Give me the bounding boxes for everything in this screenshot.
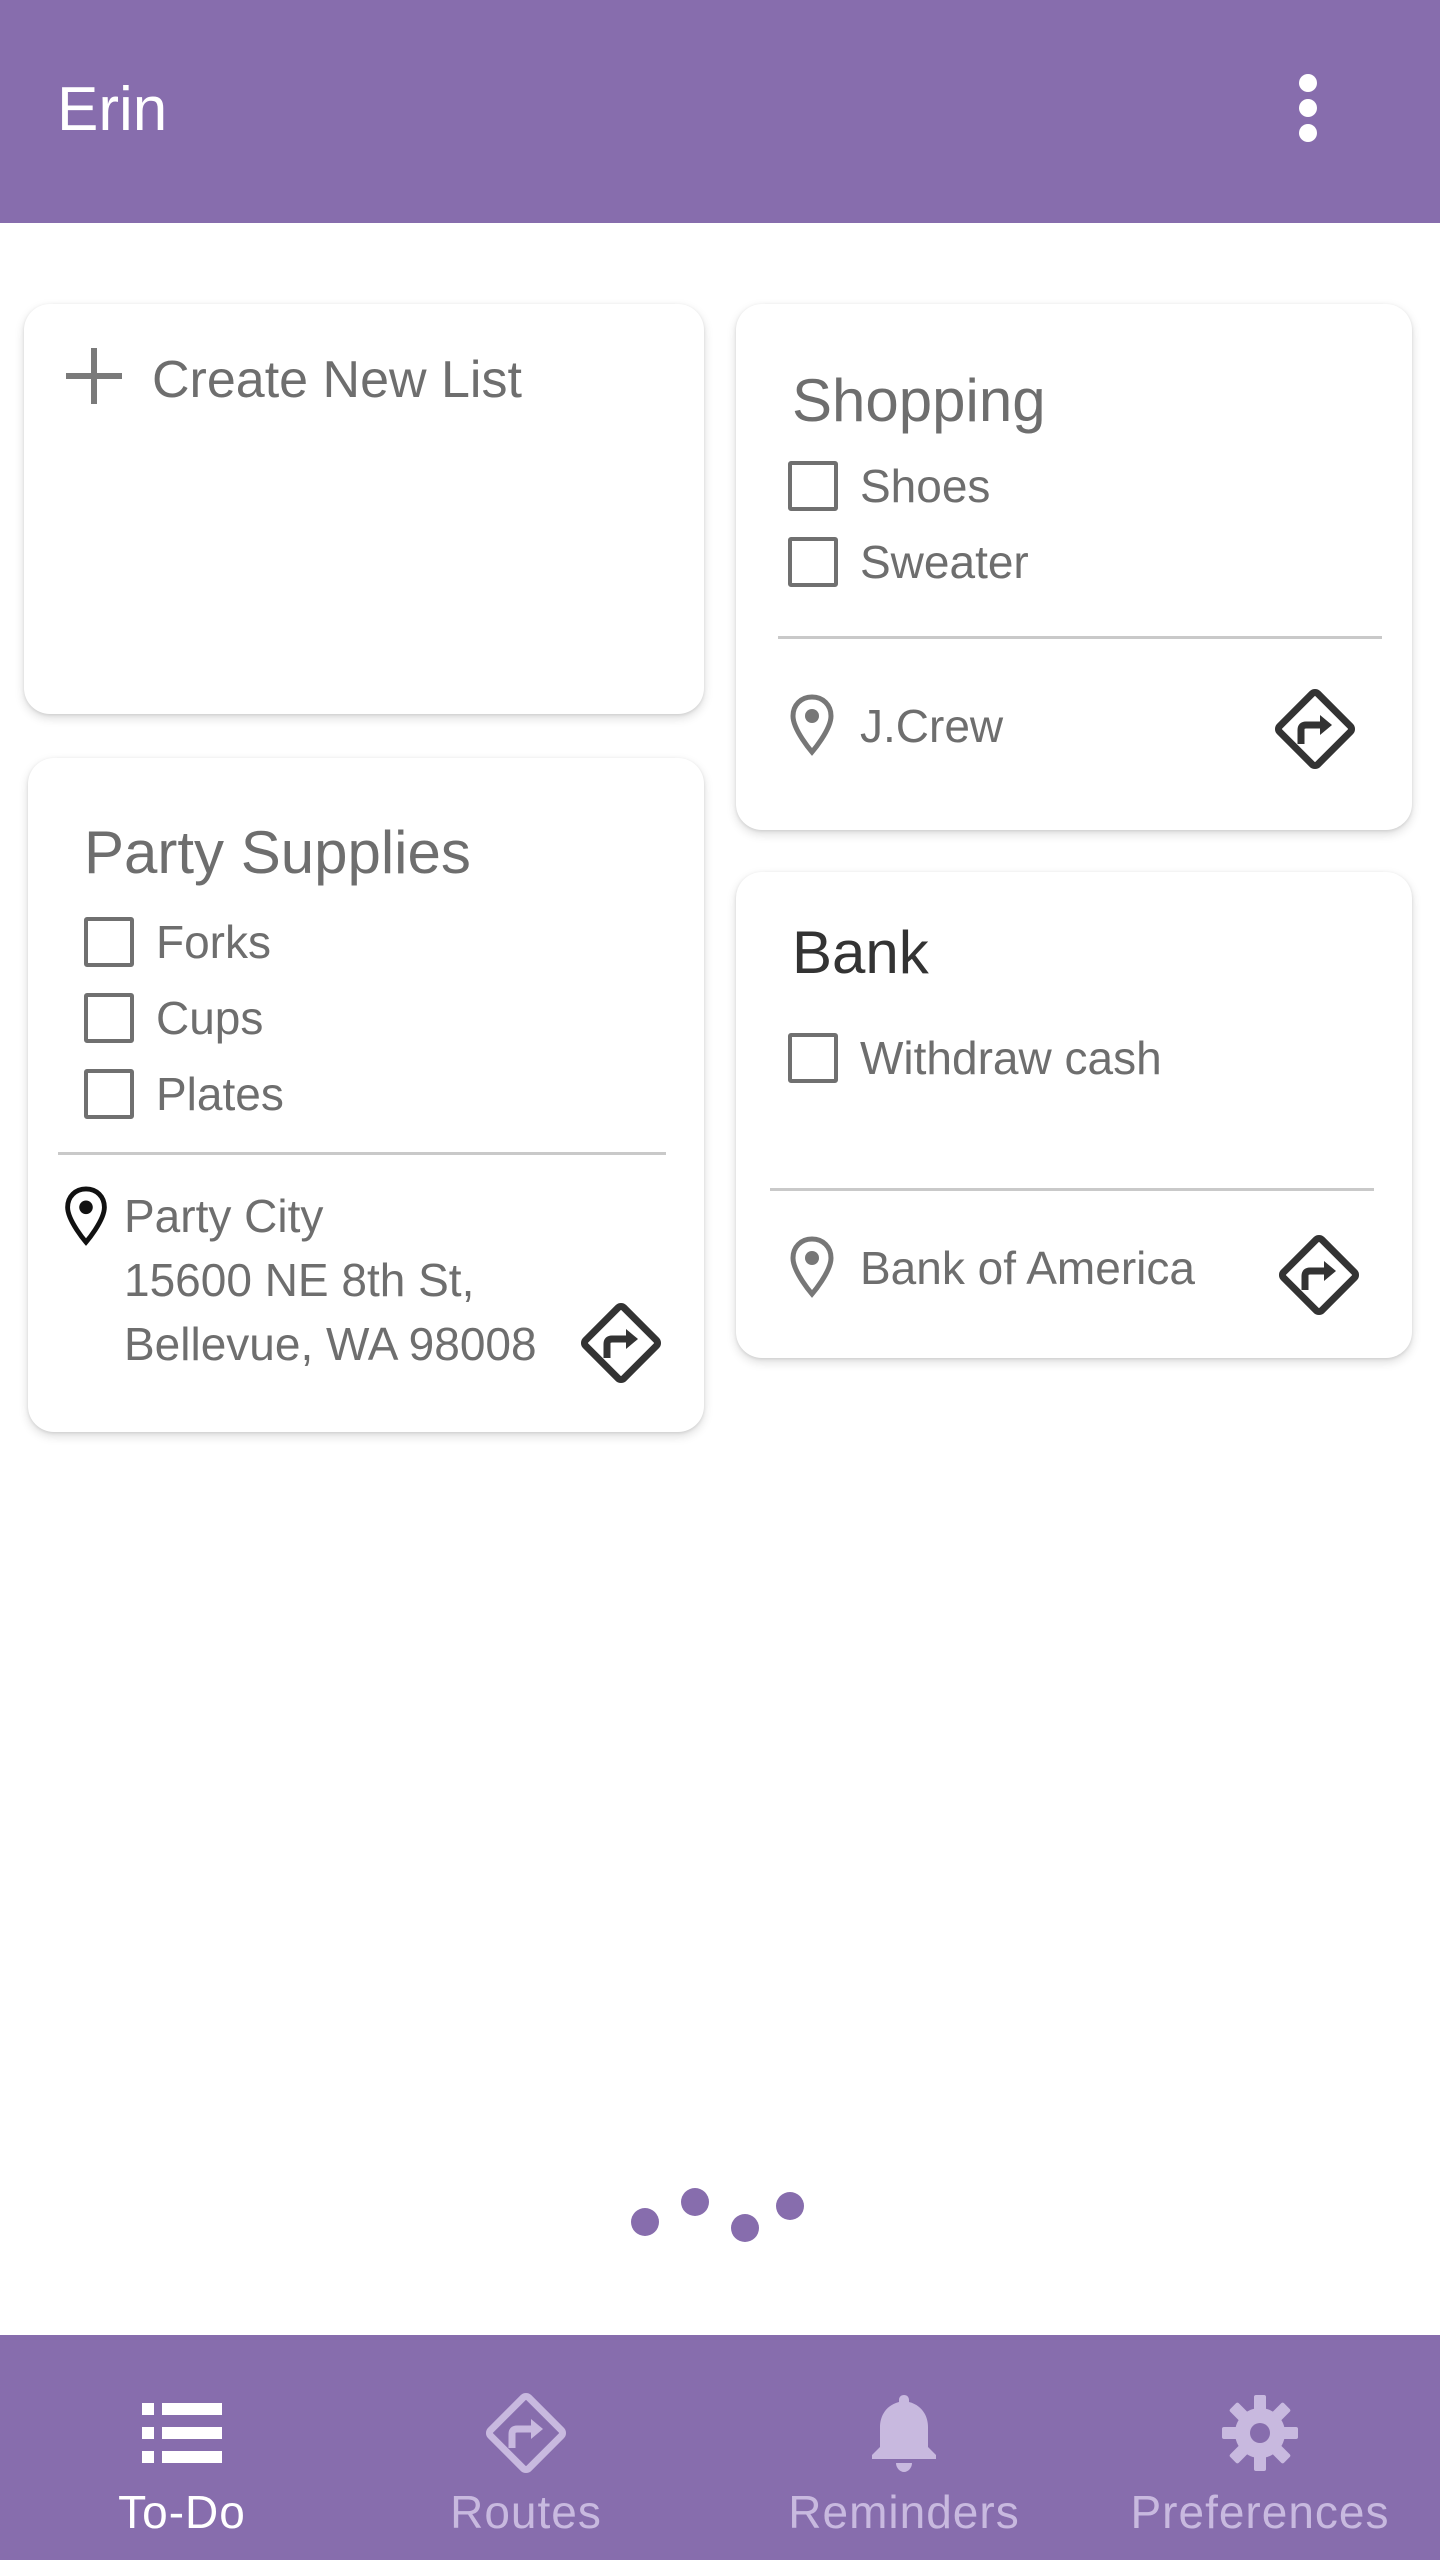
list-item[interactable]: Sweater bbox=[788, 534, 1029, 590]
list-item[interactable]: Plates bbox=[84, 1066, 284, 1122]
location-pin-icon bbox=[65, 1186, 107, 1246]
item-checkbox[interactable] bbox=[84, 1069, 134, 1119]
card-divider bbox=[778, 636, 1382, 639]
directions-icon[interactable] bbox=[1272, 1228, 1366, 1322]
nav-item-routes[interactable]: Routes bbox=[406, 2335, 646, 2560]
more-options-button[interactable] bbox=[1270, 66, 1346, 150]
card-divider bbox=[770, 1188, 1374, 1191]
item-label: Sweater bbox=[860, 536, 1029, 588]
loading-dot bbox=[731, 2214, 759, 2242]
card-divider bbox=[58, 1152, 666, 1155]
create-new-list-label: Create New List bbox=[152, 351, 522, 409]
list-item[interactable]: Forks bbox=[84, 914, 271, 970]
plus-icon bbox=[66, 348, 122, 404]
nav-item-todo[interactable]: To-Do bbox=[62, 2335, 302, 2560]
item-label: Cups bbox=[156, 992, 264, 1044]
nav-label: Routes bbox=[450, 2486, 602, 2538]
nav-label: Reminders bbox=[788, 2486, 1020, 2538]
bank-card-title: Bank bbox=[792, 919, 929, 986]
bottom-navigation: To-Do Routes Reminders Preferences bbox=[0, 2335, 1440, 2560]
shopping-card-title: Shopping bbox=[792, 367, 1046, 434]
nav-item-reminders[interactable]: Reminders bbox=[764, 2335, 1044, 2560]
location-pin-icon bbox=[790, 1236, 834, 1298]
directions-icon bbox=[485, 2392, 567, 2474]
item-checkbox[interactable] bbox=[788, 1033, 838, 1083]
item-checkbox[interactable] bbox=[84, 993, 134, 1043]
item-label: Shoes bbox=[860, 460, 991, 512]
list-item[interactable]: Shoes bbox=[788, 458, 990, 514]
location-address-line2: Bellevue, WA 98008 bbox=[124, 1318, 537, 1370]
item-label: Withdraw cash bbox=[860, 1032, 1162, 1084]
location-pin-icon bbox=[790, 694, 834, 756]
item-checkbox[interactable] bbox=[788, 461, 838, 511]
location-name: Bank of America bbox=[860, 1242, 1195, 1294]
nav-label: Preferences bbox=[1130, 2486, 1390, 2538]
party-card-title: Party Supplies bbox=[84, 819, 471, 886]
nav-label: To-Do bbox=[118, 2486, 246, 2538]
app-bar: Erin bbox=[0, 0, 1440, 223]
list-icon bbox=[142, 2403, 222, 2463]
bell-icon bbox=[872, 2395, 936, 2472]
item-checkbox[interactable] bbox=[788, 537, 838, 587]
more-vert-icon bbox=[1299, 74, 1317, 142]
loading-dot bbox=[631, 2208, 659, 2236]
item-label: Forks bbox=[156, 916, 271, 968]
nav-item-preferences[interactable]: Preferences bbox=[1110, 2335, 1410, 2560]
list-item[interactable]: Withdraw cash bbox=[788, 1030, 1162, 1086]
location-name: J.Crew bbox=[860, 700, 1004, 752]
app-bar-title: Erin bbox=[57, 75, 168, 144]
gear-icon bbox=[1222, 2395, 1298, 2471]
location-address-line1: 15600 NE 8th St, bbox=[124, 1254, 475, 1306]
directions-icon[interactable] bbox=[1268, 682, 1362, 776]
location-name: Party City bbox=[124, 1190, 324, 1242]
loading-dot bbox=[776, 2192, 804, 2220]
directions-icon[interactable] bbox=[574, 1296, 668, 1390]
loading-dot bbox=[681, 2188, 709, 2216]
list-item[interactable]: Cups bbox=[84, 990, 263, 1046]
item-label: Plates bbox=[156, 1068, 284, 1120]
item-checkbox[interactable] bbox=[84, 917, 134, 967]
